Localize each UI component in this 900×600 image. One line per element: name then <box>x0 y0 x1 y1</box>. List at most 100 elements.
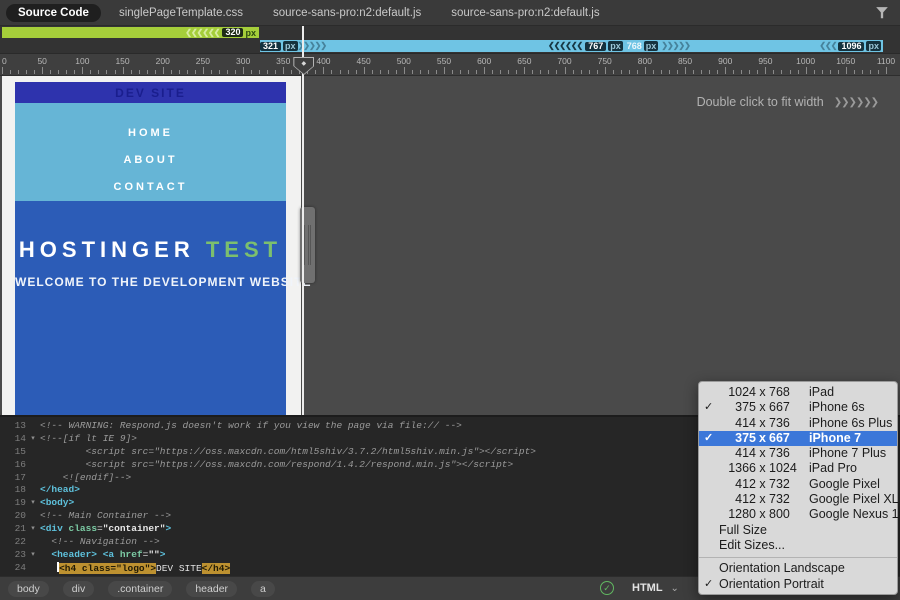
tab-related-file-3[interactable]: source-sans-pro:n2:default.js <box>439 4 611 22</box>
ruler-tick <box>219 70 220 74</box>
menu-item-iphone-6s-plus[interactable]: 414x736iPhone 6s Plus <box>699 416 897 431</box>
ruler-tick <box>90 70 91 74</box>
menu-item-iphone-6s[interactable]: ✓375x667iPhone 6s <box>699 400 897 415</box>
ruler-tick <box>452 70 453 74</box>
menu-item-orientation-portrait[interactable]: ✓Orientation Portrait <box>699 577 897 592</box>
ruler-tick <box>573 70 574 74</box>
media-query-bar-max320[interactable]: ❮❮❮❮❮❮ 320 px <box>2 27 259 38</box>
menu-item-ipad[interactable]: 1024x768iPad <box>699 385 897 400</box>
fold-arrow-icon[interactable]: ▾ <box>26 523 40 536</box>
code-segment: <!-- WARNING: Respond.js doesn't work if… <box>40 420 462 431</box>
ruler-tick <box>139 70 140 74</box>
menu-item-edit-sizes-[interactable]: Edit Sizes... <box>699 538 897 553</box>
size-x: x <box>756 385 769 400</box>
tag-selector-container[interactable]: .container <box>108 581 172 597</box>
ruler-tick <box>637 70 638 74</box>
ruler-tick <box>163 67 164 74</box>
fold-gutter <box>26 472 40 485</box>
size-height: 1024 <box>769 461 803 476</box>
size-width: 375 <box>719 400 756 415</box>
device-name: iPhone 6s Plus <box>809 416 892 431</box>
site-header[interactable]: DEV SITE <box>15 82 286 103</box>
ruler-tick <box>235 70 236 74</box>
tab-related-file-2[interactable]: source-sans-pro:n2:default.js <box>261 4 433 22</box>
site-hero: HOSTINGER TEST WELCOME TO THE DEVELOPMEN… <box>15 201 286 415</box>
tag-selector-a[interactable]: a <box>251 581 275 597</box>
tag-selector-body[interactable]: body <box>8 581 49 597</box>
ruler-tick <box>814 70 815 74</box>
ruler-tick <box>597 70 598 74</box>
menu-item-full-size[interactable]: Full Size <box>699 523 897 538</box>
code-segment: <div <box>40 523 69 534</box>
ruler-tick <box>243 67 244 74</box>
menu-item-ipad-pro[interactable]: 1366x1024iPad Pro <box>699 461 897 476</box>
menu-item-google-pixel[interactable]: 412x732Google Pixel <box>699 477 897 492</box>
ruler-label: 1100 <box>877 56 895 66</box>
size-width: 412 <box>719 492 756 507</box>
nav-link-about[interactable]: ABOUT <box>123 146 177 173</box>
nav-link-home[interactable]: HOME <box>128 119 173 146</box>
action-label: Edit Sizes... <box>719 538 785 553</box>
ruler-tick <box>508 70 509 74</box>
ruler-tick <box>155 70 156 74</box>
fold-arrow-icon[interactable]: ▾ <box>26 497 40 510</box>
ruler-tick <box>2 67 3 74</box>
code-segment: <header> <a <box>40 549 120 560</box>
ruler-tick <box>548 70 549 74</box>
live-preview-page[interactable]: DEV SITE HOMEABOUTCONTACT HOSTINGER TEST… <box>2 76 301 415</box>
fold-arrow-icon[interactable]: ▾ <box>26 433 40 446</box>
menu-item-google-nexus-10[interactable]: 1280x800Google Nexus 10 <box>699 507 897 522</box>
size-width: 1280 <box>719 507 756 522</box>
ruler-tick <box>259 70 260 74</box>
code-segment: <!-- Navigation --> <box>40 536 160 547</box>
doc-type-label[interactable]: HTML <box>632 582 663 594</box>
ruler-tick <box>846 67 847 74</box>
hero-subtitle: WELCOME TO THE DEVELOPMENT WEBSITE <box>15 275 286 289</box>
menu-item-iphone-7-plus[interactable]: 414x736iPhone 7 Plus <box>699 446 897 461</box>
ruler-tick <box>701 70 702 74</box>
media-query-bar-min321[interactable]: 321 px ❯❯❯❯❯ ❮❮❮❮❮❮ 767 px 768 px ❯❯❯❯❯ … <box>260 40 883 52</box>
menu-item-google-pixel-xl[interactable]: 412x732Google Pixel XL <box>699 492 897 507</box>
tag-selector-header[interactable]: header <box>186 581 237 597</box>
chevrons-right-icon: ❯❯❯❯❯❯ <box>834 97 878 108</box>
size-width: 375 <box>719 431 756 446</box>
menu-item-orientation-landscape[interactable]: Orientation Landscape <box>699 561 897 576</box>
menu-item-iphone-7[interactable]: ✓375x667iPhone 7 <box>699 431 897 446</box>
ruler-label: 950 <box>758 56 772 66</box>
tab-source-code[interactable]: Source Code <box>6 4 101 22</box>
code-segment: "container" <box>103 523 166 534</box>
mq-end-value: 1096 <box>838 42 864 51</box>
filter-icon[interactable] <box>874 6 890 20</box>
ruler-tick <box>669 70 670 74</box>
ruler-tick <box>605 67 606 74</box>
ruler-tick <box>629 70 630 74</box>
fold-gutter <box>26 446 40 459</box>
lint-ok-icon[interactable]: ✓ <box>600 581 614 595</box>
tab-related-file-1[interactable]: singlePageTemplate.css <box>107 4 255 22</box>
ruler-tick <box>388 70 389 74</box>
ruler-tick <box>82 67 83 74</box>
ruler-tick <box>396 70 397 74</box>
ruler-tick <box>291 70 292 74</box>
tag-selector-div[interactable]: div <box>63 581 94 597</box>
fold-arrow-icon[interactable]: ▾ <box>26 549 40 562</box>
orientation-label: Orientation Portrait <box>719 577 824 592</box>
ruler-tick <box>661 70 662 74</box>
ruler-tick <box>838 70 839 74</box>
ruler-tick <box>725 67 726 74</box>
line-number: 21 <box>0 523 26 536</box>
horizontal-ruler[interactable]: 0501001502002503003504004505005506006507… <box>0 53 900 76</box>
code-segment: <![endif]--> <box>40 472 131 483</box>
size-x: x <box>756 507 769 522</box>
ruler-label: 500 <box>397 56 411 66</box>
ruler-tick <box>147 70 148 74</box>
ruler-tick <box>267 70 268 74</box>
site-logo[interactable]: DEV SITE <box>115 86 186 100</box>
ruler-tick <box>364 67 365 74</box>
ruler-label: 1000 <box>796 56 815 66</box>
fit-width-hint[interactable]: Double click to fit width ❯❯❯❯❯❯ <box>697 95 878 109</box>
size-width: 1366 <box>719 461 756 476</box>
chevron-down-icon[interactable]: ⌄ <box>671 583 679 594</box>
fold-gutter <box>26 420 40 433</box>
nav-link-contact[interactable]: CONTACT <box>114 173 188 200</box>
